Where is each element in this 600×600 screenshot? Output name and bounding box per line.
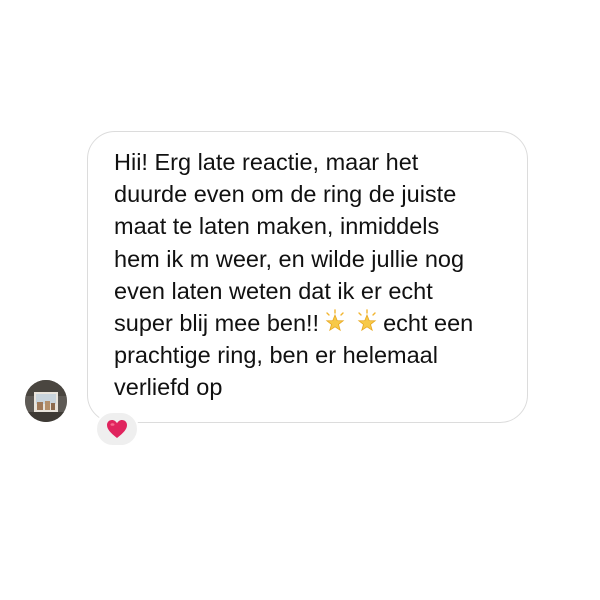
message-line: hem ik m weer, en wilde jullie nog — [114, 245, 465, 272]
heart-emoji-icon — [107, 420, 127, 438]
message-line: prachtige ring, ben er helemaal — [114, 342, 438, 369]
message-text: super blij mee ben!! — [114, 310, 320, 337]
message-line: even laten weten dat ik er echt — [114, 277, 433, 304]
star-emoji-icon — [322, 309, 348, 335]
message-line: super blij mee ben!! echt een — [114, 307, 507, 339]
message-line: maat te laten maken, inmiddels — [114, 213, 440, 240]
chat-thread: Hii! Erg late reactie, maar het duurde e… — [0, 0, 600, 600]
message-line: verliefd op — [114, 374, 223, 401]
avatar-photo-icon — [25, 380, 67, 422]
message-bubble[interactable]: Hii! Erg late reactie, maar het duurde e… — [87, 131, 528, 423]
message-text: echt een — [383, 310, 474, 337]
heart-reaction[interactable] — [95, 411, 139, 447]
star-emoji-icon — [354, 309, 380, 335]
message-line: Hii! Erg late reactie, maar het — [114, 149, 419, 175]
message-line: duurde even om de ring de juiste — [114, 181, 457, 208]
sender-avatar[interactable] — [25, 380, 67, 422]
